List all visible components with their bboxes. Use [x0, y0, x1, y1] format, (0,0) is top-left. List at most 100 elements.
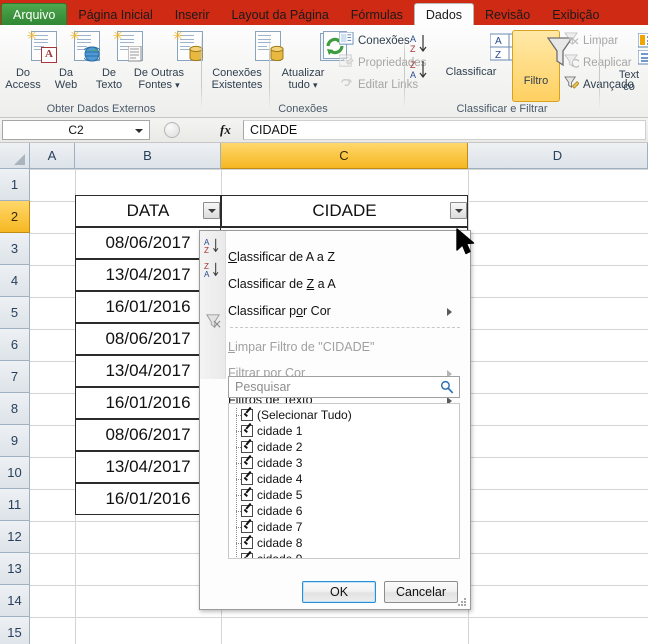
ribbon-group-external-data: ✳ A Do Access ✳ Da Web ✳ De Texto ✳ De Outras Fontes… — [0, 27, 203, 116]
web-button[interactable]: ✳ Da Web — [45, 29, 100, 91]
row-header-14[interactable]: 14 — [0, 585, 30, 617]
row-header-9[interactable]: 9 — [0, 425, 30, 457]
filter-menu-item-2[interactable]: Classificar por Cor — [228, 299, 460, 323]
select-all-corner[interactable] — [0, 143, 30, 169]
ribbon-tab-arquivo[interactable]: Arquivo — [1, 3, 68, 27]
name-box[interactable]: C2 — [2, 120, 150, 140]
column-header-A[interactable]: A — [30, 143, 75, 169]
filter-list-item-9[interactable]: cidade 9 — [229, 551, 459, 558]
properties-icon — [338, 54, 354, 71]
column-header-D[interactable]: D — [468, 143, 648, 169]
resize-grip[interactable] — [458, 598, 467, 607]
filter-list-item-7[interactable]: cidade 7 — [229, 519, 459, 535]
ribbon-group-title-sort-filter: Classificar e Filtrar — [456, 103, 548, 115]
menu-item-label: Classificar de Z a A — [228, 277, 336, 291]
name-box-value: C2 — [68, 123, 84, 137]
svg-text:A: A — [204, 270, 210, 279]
row-label: Conexões — [358, 34, 410, 47]
row-header-3[interactable]: 3 — [0, 233, 30, 265]
checkbox[interactable] — [241, 489, 253, 501]
checkbox[interactable] — [241, 409, 253, 421]
row-header-15[interactable]: 15 — [0, 617, 30, 644]
chevron-down-icon — [208, 209, 216, 213]
filter-button-cidade[interactable] — [450, 202, 467, 219]
search-icon — [440, 380, 454, 394]
row-header-13[interactable]: 13 — [0, 553, 30, 585]
insert-function-icon[interactable]: fx — [220, 122, 231, 138]
row-header-1[interactable]: 1 — [0, 169, 30, 201]
row-header-6[interactable]: 6 — [0, 329, 30, 361]
svg-text:A: A — [410, 70, 416, 80]
refresh-all-button[interactable]: Atualizar tudo ▾ — [271, 31, 347, 91]
filter-menu-item-1[interactable]: Classificar de Z a A — [228, 272, 460, 296]
text-button[interactable]: ✳ De Texto — [88, 29, 143, 91]
filter-search-input[interactable]: Pesquisar — [228, 376, 460, 398]
column-header-C[interactable]: C — [221, 143, 468, 169]
edit-links-icon — [339, 76, 354, 93]
checkbox[interactable] — [241, 505, 253, 517]
ribbon-tab-dados[interactable]: Dados — [413, 3, 475, 27]
checkbox[interactable] — [241, 537, 253, 549]
filter-list-item-3[interactable]: cidade 3 — [229, 455, 459, 471]
ribbon-tab-fórmulas[interactable]: Fórmulas — [340, 4, 414, 27]
row-header-4[interactable]: 4 — [0, 265, 30, 297]
filter-list-item-6[interactable]: cidade 6 — [229, 503, 459, 519]
filter-value-list[interactable]: (Selecionar Tudo) cidade 1 cidade 2 cidade … — [228, 403, 460, 559]
filter-list-item-0[interactable]: (Selecionar Tudo) — [229, 407, 459, 423]
filter-menu-item-0[interactable]: Classificar de A a Z — [228, 245, 460, 269]
clear-filter-icon — [205, 314, 221, 329]
filter-button-data[interactable] — [203, 202, 220, 219]
row-header-7[interactable]: 7 — [0, 361, 30, 393]
ext-label-2: Fontes ▾ — [138, 78, 180, 91]
sort-za-button[interactable]: Z A — [410, 59, 430, 83]
existing-connections-button[interactable]: Conexões Existentes — [206, 31, 284, 91]
access-button[interactable]: ✳ A Do Access — [2, 29, 57, 91]
header-cell-cidade[interactable]: CIDADE — [221, 195, 468, 227]
filter-toggle-button[interactable]: Filtro — [512, 30, 574, 102]
row-header-8[interactable]: 8 — [0, 393, 30, 425]
row-header-10[interactable]: 10 — [0, 457, 30, 489]
checkbox[interactable] — [241, 457, 253, 469]
row-header-12[interactable]: 12 — [0, 521, 30, 553]
chevron-down-icon[interactable] — [135, 129, 143, 133]
filter-list-item-8[interactable]: cidade 8 — [229, 535, 459, 551]
connections-icon — [338, 31, 354, 49]
svg-text:Z: Z — [410, 60, 416, 70]
sort-az-icon: A Z — [410, 34, 427, 54]
connections-button[interactable]: Conexões — [338, 31, 410, 49]
ribbon-tab-inserir[interactable]: Inserir — [164, 4, 221, 27]
row-header-11[interactable]: 11 — [0, 489, 30, 521]
filter-list-item-1[interactable]: cidade 1 — [229, 423, 459, 439]
filter-list-item-4[interactable]: cidade 4 — [229, 471, 459, 487]
formula-input[interactable]: CIDADE — [243, 120, 646, 140]
sort-button[interactable]: A Z Z A Classificar — [432, 32, 529, 79]
cancel-enter-button[interactable] — [164, 122, 180, 138]
chevron-right-icon — [447, 308, 452, 316]
ext-label-2: Access — [5, 78, 41, 91]
row-header-2[interactable]: 2 — [0, 201, 30, 233]
text-to-columns-label-1: Text — [618, 69, 640, 81]
ribbon-tab-página-inicial[interactable]: Página Inicial — [67, 4, 163, 27]
ribbon-tab-exibição[interactable]: Exibição — [541, 4, 610, 27]
checkbox[interactable] — [241, 553, 253, 558]
ribbon-tab-layout-da-página[interactable]: Layout da Página — [220, 4, 339, 27]
filter-list-item-5[interactable]: cidade 5 — [229, 487, 459, 503]
sort-az-button[interactable]: A Z — [410, 33, 430, 57]
ribbon-tab-revisão[interactable]: Revisão — [474, 4, 541, 27]
checkbox[interactable] — [241, 473, 253, 485]
group-separator-2 — [404, 31, 405, 109]
other-sources-button[interactable]: ✳ De Outras Fontes ▾ — [128, 29, 203, 91]
filter-list-label: cidade 2 — [257, 440, 303, 454]
ext-label-2: Web — [54, 78, 78, 91]
filter-list-item-2[interactable]: cidade 2 — [229, 439, 459, 455]
header-cell-data[interactable]: DATA — [75, 195, 221, 227]
ok-button[interactable]: OK — [302, 581, 376, 603]
checkbox[interactable] — [241, 441, 253, 453]
cancel-button[interactable]: Cancelar — [384, 581, 458, 603]
column-header-B[interactable]: B — [75, 143, 221, 169]
checkbox[interactable] — [241, 521, 253, 533]
checkbox[interactable] — [241, 425, 253, 437]
text-to-columns-button[interactable]: Text co — [609, 33, 648, 93]
ribbon-group-connections: Conexões Existentes Atualizar tudo ▾ Con… — [203, 27, 426, 116]
row-header-5[interactable]: 5 — [0, 297, 30, 329]
